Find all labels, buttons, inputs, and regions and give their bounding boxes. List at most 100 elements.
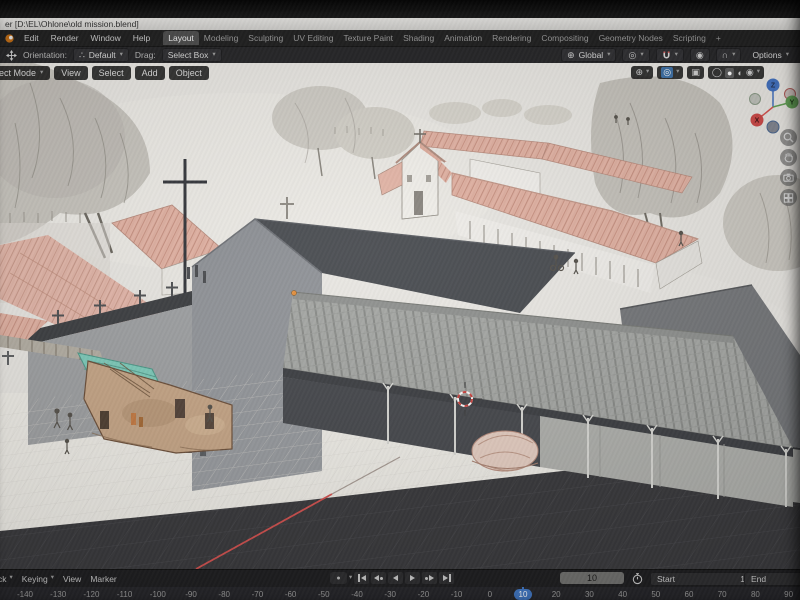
chevron-down-icon: ▾ — [120, 52, 123, 59]
previous-keyframe-button[interactable] — [371, 572, 386, 584]
options-label: Options — [752, 50, 781, 60]
transform-orientation-value: Global — [579, 50, 604, 60]
workspace-tab-animation[interactable]: Animation — [439, 31, 487, 45]
viewport-nav-buttons — [780, 129, 797, 206]
workspace-tab-[interactable]: + — [711, 31, 726, 45]
chevron-down-icon: ▾ — [640, 52, 643, 59]
menu-render[interactable]: Render — [46, 32, 84, 44]
viewport-header-right: ⊕ ▾ ◎ ▾ ▣ ◯ ● ◐ ◉ ▾ — [631, 66, 764, 79]
workspace-tab-rendering[interactable]: Rendering — [487, 31, 536, 45]
gizmos-icon: ⊕ — [635, 67, 643, 78]
mode-label: ect Mode — [0, 68, 36, 78]
menu-help[interactable]: Help — [128, 32, 155, 44]
wireframe-shading-icon: ◯ — [712, 67, 722, 78]
camera-view-button[interactable] — [780, 169, 797, 186]
workspace-tab-compositing[interactable]: Compositing — [536, 31, 593, 45]
workspace-tab-shading[interactable]: Shading — [398, 31, 439, 45]
chevron-down-icon: ▾ — [732, 52, 735, 59]
3d-viewport[interactable]: ect Mode ▾ View Select Add Object ⊕ ▾ ◎ ▾ ▣… — [0, 63, 800, 569]
workspace-tab-uv-editing[interactable]: UV Editing — [288, 31, 338, 45]
next-keyframe-button[interactable] — [422, 572, 437, 584]
current-frame-field[interactable]: 10 — [560, 572, 624, 584]
stopwatch-icon — [631, 572, 644, 585]
orientation-dropdown[interactable]: ∴ Default ▾ — [73, 48, 129, 62]
material-shading-icon: ◐ — [737, 68, 742, 78]
jump-to-start-button[interactable] — [354, 572, 369, 584]
timeline-ruler[interactable]: -140-130-120-110-100-90-80-70-60-50-40-3… — [0, 587, 800, 600]
blender-logo-icon[interactable] — [4, 33, 15, 44]
svg-text:Y: Y — [790, 100, 795, 107]
chevron-down-icon: ▾ — [676, 69, 679, 76]
chevron-down-icon: ▾ — [212, 52, 215, 59]
chevron-down-icon: ▾ — [40, 70, 43, 77]
frame-end-field[interactable]: End — [744, 572, 800, 586]
jump-to-end-button[interactable] — [439, 572, 454, 584]
orientation-label: Orientation: — [23, 50, 67, 60]
timeline-playback-menu[interactable]: ck▾ — [0, 574, 13, 584]
move-tool-icon[interactable] — [6, 50, 17, 61]
gizmo-axis-neg-y[interactable] — [750, 94, 761, 105]
timeline-marker-menu[interactable]: Marker — [90, 574, 116, 584]
timeline-header: ck▾ Keying▾ View Marker ● ▾ 10 — [0, 570, 800, 587]
proportional-editing-icon: ◉ — [696, 51, 704, 60]
proportional-editing-toggle[interactable]: ◉ — [690, 48, 710, 62]
workspace-tab-geometry-nodes[interactable]: Geometry Nodes — [594, 31, 668, 45]
viewport-menu-add[interactable]: Add — [135, 66, 165, 80]
perspective-toggle-button[interactable] — [780, 189, 797, 206]
viewport-menu-view[interactable]: View — [54, 66, 87, 80]
xray-toggle[interactable]: ▣ — [687, 66, 704, 79]
global-orientation-icon: ⊕ — [567, 51, 575, 60]
proportional-falloff-dropdown[interactable]: ∩ ▾ — [716, 48, 742, 62]
start-label: Start — [657, 574, 675, 584]
gizmo-axis-neg-z[interactable] — [767, 121, 779, 133]
viewport-menu-select[interactable]: Select — [92, 66, 131, 80]
snap-dropdown[interactable]: ▾ — [656, 48, 684, 62]
drag-dropdown[interactable]: Select Box ▾ — [162, 48, 222, 62]
options-dropdown[interactable]: Options ▾ — [747, 49, 794, 61]
window-title: er [D:\EL\Ohlone\old mission.blend] — [5, 19, 139, 29]
menu-edit[interactable]: Edit — [19, 32, 44, 44]
auto-keying-button[interactable]: ● — [330, 572, 347, 584]
gizmos-dropdown[interactable]: ⊕ ▾ — [631, 66, 653, 79]
pan-button[interactable] — [780, 149, 797, 166]
transform-orientation-dropdown[interactable]: ⊕ Global ▾ — [561, 48, 616, 62]
menu-window[interactable]: Window — [86, 32, 126, 44]
chevron-down-icon: ▾ — [51, 575, 54, 582]
sketch-oven — [472, 431, 538, 471]
svg-text:Z: Z — [771, 83, 776, 90]
chevron-down-icon: ▾ — [786, 52, 789, 59]
object-origin-dot — [292, 291, 297, 296]
workspace-tab-layout[interactable]: Layout — [163, 31, 199, 45]
zoom-button[interactable] — [780, 129, 797, 146]
falloff-curve-icon: ∩ — [722, 51, 728, 60]
workspace-tab-texture-paint[interactable]: Texture Paint — [338, 31, 398, 45]
monitor-photo: er [D:\EL\Ohlone\old mission.blend] Edit… — [0, 0, 800, 600]
orientation-icon: ∴ — [79, 51, 85, 60]
play-reverse-button[interactable] — [388, 572, 403, 584]
overlays-dropdown[interactable]: ◎ ▾ — [657, 66, 683, 79]
ruler-tick-10[interactable]: 10 — [503, 590, 543, 599]
workspace-tab-sculpting[interactable]: Sculpting — [243, 31, 288, 45]
mode-selector[interactable]: ect Mode ▾ — [0, 66, 50, 80]
viewport-header: ect Mode ▾ View Select Add Object — [0, 66, 209, 80]
blender-topbar: EditRenderWindowHelp LayoutModelingSculp… — [0, 30, 800, 46]
pivot-point-dropdown[interactable]: ◎ ▾ — [622, 48, 649, 62]
frame-start-field[interactable]: Start 1 — [650, 572, 752, 586]
svg-text:X: X — [755, 118, 760, 125]
viewport-scene[interactable] — [0, 63, 800, 569]
solid-shading-icon: ● — [725, 68, 734, 78]
workspace-tab-scripting[interactable]: Scripting — [668, 31, 711, 45]
timeline-view-menu[interactable]: View — [63, 574, 81, 584]
monitor-bezel — [0, 0, 800, 18]
menubar-menus: EditRenderWindowHelp — [19, 32, 155, 44]
chevron-down-icon: ▾ — [675, 52, 678, 59]
play-button[interactable] — [405, 572, 420, 584]
magnet-icon — [662, 51, 671, 60]
ruler-tick-90[interactable]: 90 — [769, 590, 800, 599]
timeline-keying-menu[interactable]: Keying▾ — [22, 574, 54, 584]
workspace-tab-modeling[interactable]: Modeling — [199, 31, 244, 45]
xray-icon: ▣ — [691, 67, 700, 78]
pivot-point-icon: ◎ — [628, 51, 636, 60]
playback-controls: ● ▾ — [330, 572, 454, 584]
viewport-menu-object[interactable]: Object — [169, 66, 209, 80]
